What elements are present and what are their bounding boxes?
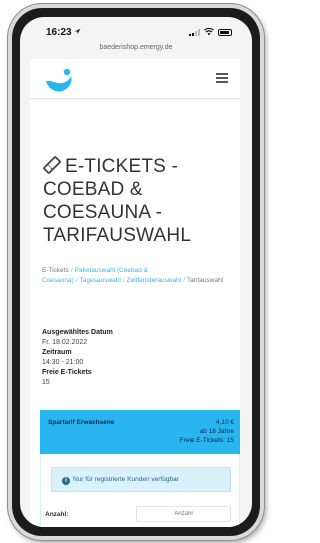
breadcrumb-item[interactable]: Tagesauswahl <box>80 277 121 284</box>
tariff-price: 4,10 € <box>215 419 234 426</box>
breadcrumb: E-Tickets / Paketauswahl (Coebad & Coesaun… <box>42 267 224 284</box>
page-title: E-TICKETS - COEBAD & COESAUNA - TARIFAUS… <box>43 155 233 247</box>
status-time: 16:23 <box>46 27 81 38</box>
date-label: Ausgewähltes Datum <box>42 329 113 336</box>
wifi-icon <box>204 28 214 36</box>
quantity-input[interactable] <box>136 506 231 522</box>
tariff-free-tickets: Freie E-Tickets: 15 <box>179 437 234 444</box>
quantity-label: Anzahl: <box>45 511 69 518</box>
registration-notice: i Nur für registrierte Kunden verfügbar <box>51 467 231 492</box>
hamburger-menu-icon[interactable] <box>216 73 228 83</box>
tariff-age: ab 18 Jahre <box>199 428 234 435</box>
ticket-icon <box>43 156 61 174</box>
breadcrumb-item[interactable]: Zeitfensterauswahl <box>127 277 182 284</box>
tariff-body: i Nur für registrierte Kunden verfügbar A… <box>40 454 240 527</box>
main-content: E-TICKETS - COEBAD & COESAUNA - TARIFAUS… <box>30 100 240 527</box>
notice-text: Nur für registrierte Kunden verfügbar <box>73 476 179 483</box>
status-time-text: 16:23 <box>46 27 72 38</box>
cellular-signal-icon <box>189 28 200 36</box>
location-arrow-icon <box>75 28 81 35</box>
info-icon: i <box>62 477 70 485</box>
phone-screen: 16:23 baederishop.emergy.de E-TICKETS - … <box>20 17 252 527</box>
url-bar[interactable]: baederishop.emergy.de <box>20 44 252 51</box>
status-bar: 16:23 <box>20 17 252 43</box>
free-tickets-value: 15 <box>42 379 50 386</box>
tariff-name: Spartarif Erwachsene <box>48 419 115 426</box>
tariff-details: 4,10 € ab 18 Jahre Freie E-Tickets: 15 <box>180 418 234 445</box>
date-value: Fr. 18.02.2022 <box>42 339 88 346</box>
phone-bezel: 16:23 baederishop.emergy.de E-TICKETS - … <box>12 8 260 536</box>
free-tickets-label: Freie E-Tickets <box>42 369 92 376</box>
breadcrumb-item[interactable]: E-Tickets <box>42 267 69 274</box>
page-title-text: E-TICKETS - COEBAD & COESAUNA - TARIFAUS… <box>43 156 192 246</box>
breadcrumb-current: Tarifauswahl <box>187 277 224 284</box>
time-value: 14:30 - 21:00 <box>42 359 84 366</box>
url-text: baederishop.emergy.de <box>99 44 173 51</box>
site-header <box>30 59 240 99</box>
site-logo-icon[interactable] <box>44 67 74 93</box>
time-label: Zeitraum <box>42 349 72 356</box>
selection-info: Ausgewähltes Datum Fr. 18.02.2022 Zeitra… <box>42 328 232 388</box>
phone-frame: 16:23 baederishop.emergy.de E-TICKETS - … <box>8 4 264 540</box>
tariff-header: Spartarif Erwachsene 4,10 € ab 18 Jahre … <box>40 410 240 454</box>
battery-icon <box>218 28 232 36</box>
status-indicators <box>189 28 232 36</box>
